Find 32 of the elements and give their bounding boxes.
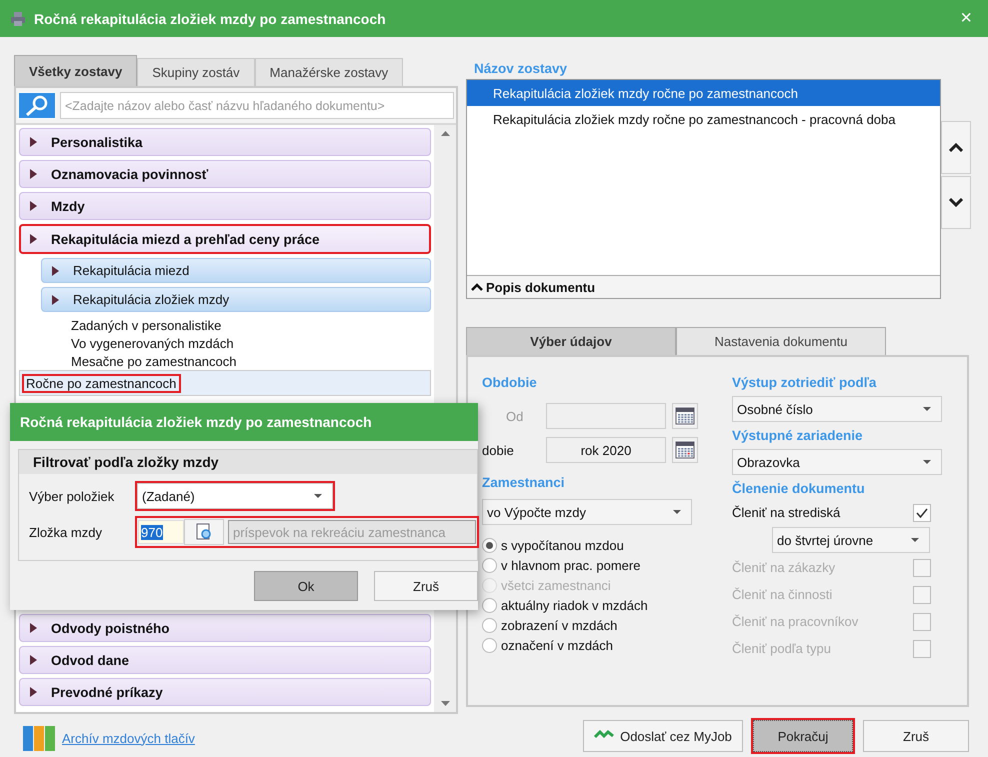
- section-heading: Názov zostavy: [474, 61, 568, 76]
- group-label: Odvody poistného: [51, 620, 170, 636]
- group-label: Personalistika: [51, 134, 143, 150]
- field-label: Od: [505, 408, 524, 424]
- item-label: Ročne po zamestnancoch: [24, 376, 180, 390]
- section-heading: Výstup zotriediť podľa: [732, 375, 878, 390]
- group-label: Rekapitulácia miezd a prehľad ceny práce: [51, 232, 320, 246]
- group-label: Oznamovacia povinnosť: [51, 166, 208, 182]
- item-label: Vo vygenerovaných mzdách: [70, 336, 235, 350]
- section-heading: Zamestnanci: [482, 475, 566, 490]
- group-label: Mzdy: [51, 198, 85, 214]
- field-label: Výber položiek: [29, 488, 116, 504]
- item-label: Zadaných v personalistike: [70, 318, 222, 332]
- dialog-title: Ročná rekapitulácia zložiek mzdy po zamestnancoch: [10, 403, 478, 441]
- checkbox-label: Členiť na činnosti: [732, 587, 832, 602]
- group-label: Prevodné príkazy: [51, 684, 163, 700]
- section-heading: Výstupné zariadenie: [732, 428, 864, 443]
- checkbox-label: Členiť podľa typu: [732, 641, 832, 656]
- checkbox-label: Členiť na pracovníkov: [732, 614, 858, 629]
- field-label: dobie: [482, 442, 515, 458]
- field-label: Zložka mzdy: [29, 524, 103, 540]
- checkbox-label: Členiť na zákazky: [732, 560, 836, 575]
- item-label: Mesačne po zamestnancoch: [70, 354, 238, 368]
- subgroup-label: Rekapitulácia zložiek mzdy: [73, 292, 230, 307]
- group-title: Filtrovať podľa zložky mzdy: [19, 450, 477, 474]
- group-label: Odvod dane: [51, 652, 130, 668]
- subgroup-label: Rekapitulácia miezd: [73, 263, 190, 278]
- window-title: Ročná rekapitulácia zložiek mzdy po zamestnancoch: [34, 10, 387, 26]
- checkbox-label: Členiť na strediská: [732, 505, 840, 520]
- section-heading: Obdobie: [482, 375, 538, 390]
- description-field: príspevok na rekreáciu zamestnanca: [228, 520, 476, 544]
- section-heading: Členenie dokumentu: [732, 481, 866, 496]
